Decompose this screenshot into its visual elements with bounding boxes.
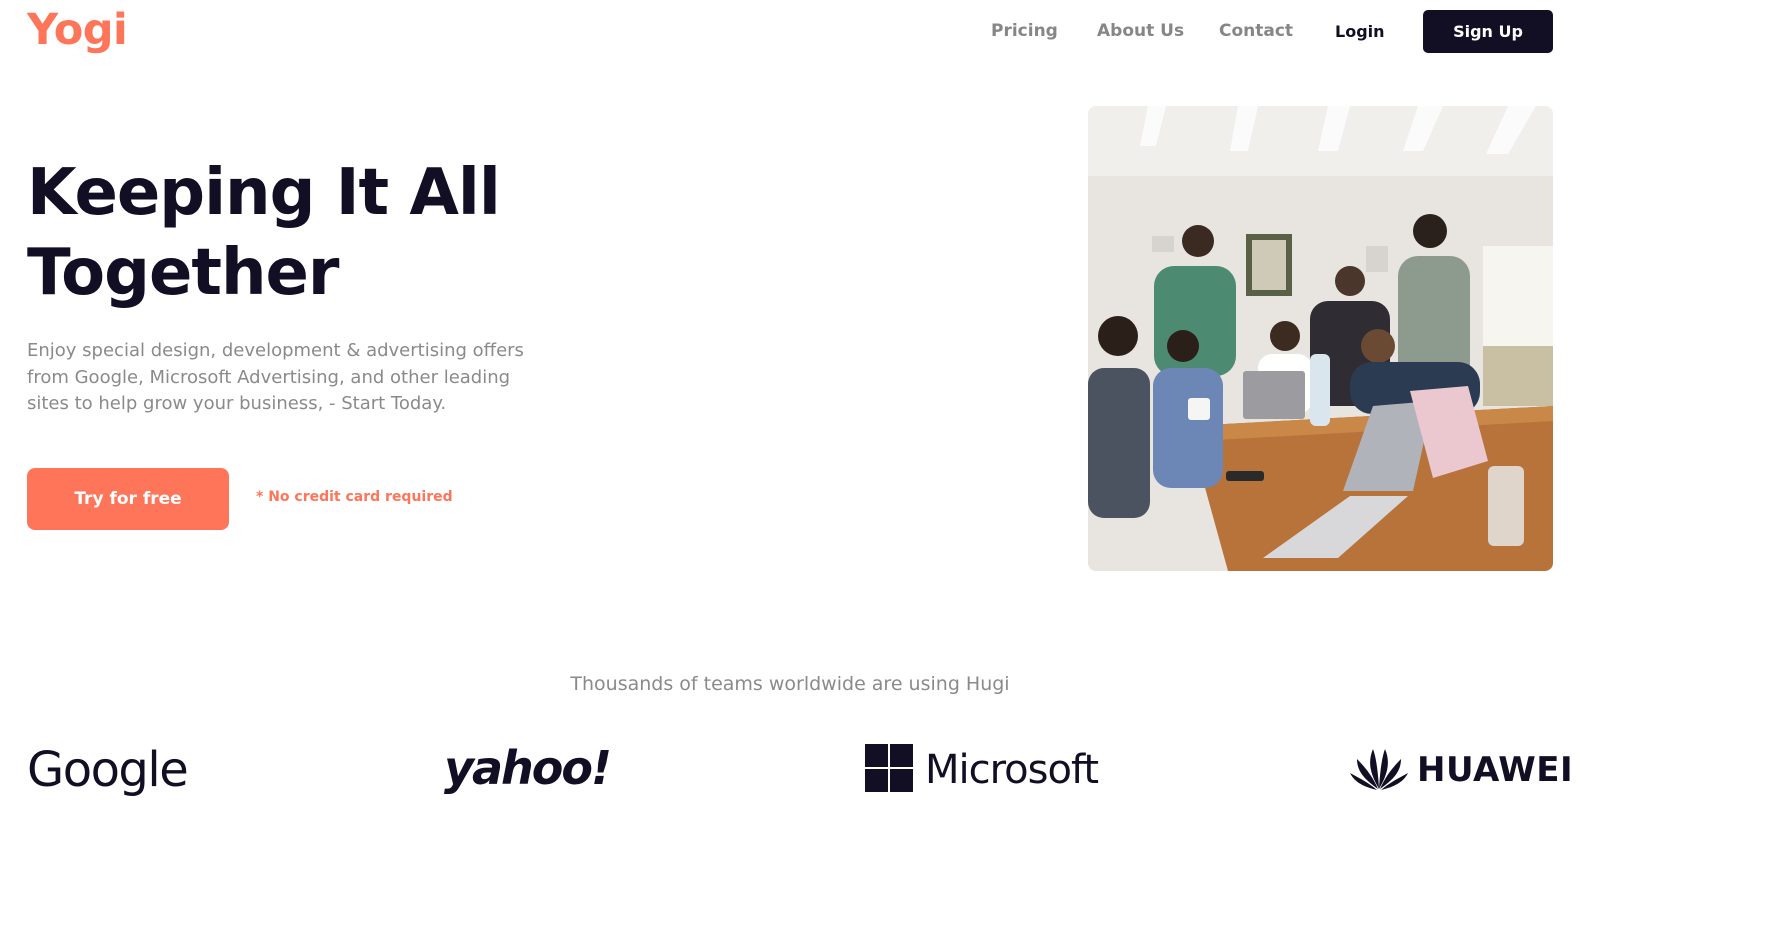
- nav-login-link[interactable]: Login: [1335, 10, 1385, 53]
- try-for-free-button[interactable]: Try for free: [27, 468, 229, 530]
- landing-page: Yogi Pricing About Us Contact Login Sign…: [0, 0, 1787, 936]
- google-logo: Google: [27, 742, 189, 798]
- hero-title: Keeping It All Together: [27, 156, 501, 310]
- nav-about-link[interactable]: About Us: [1097, 10, 1184, 53]
- trust-heading: Thousands of teams worldwide are using H…: [570, 673, 1010, 695]
- huawei-logo-icon: [1349, 745, 1409, 795]
- microsoft-logo-text: Microsoft: [925, 747, 1099, 793]
- no-credit-card-note: * No credit card required: [256, 489, 453, 505]
- microsoft-logo-icon: [865, 744, 913, 796]
- sign-up-button[interactable]: Sign Up: [1423, 10, 1553, 53]
- team-photo: [1088, 106, 1553, 571]
- nav-pricing-link[interactable]: Pricing: [991, 10, 1058, 53]
- hero-description: Enjoy special design, development & adve…: [27, 340, 524, 414]
- huawei-logo: HUAWEI: [1349, 740, 1573, 800]
- huawei-logo-text: HUAWEI: [1417, 750, 1574, 790]
- nav-contact-link[interactable]: Contact: [1219, 10, 1293, 53]
- yahoo-logo: yahoo!: [444, 741, 612, 795]
- microsoft-logo: Microsoft: [865, 740, 1099, 800]
